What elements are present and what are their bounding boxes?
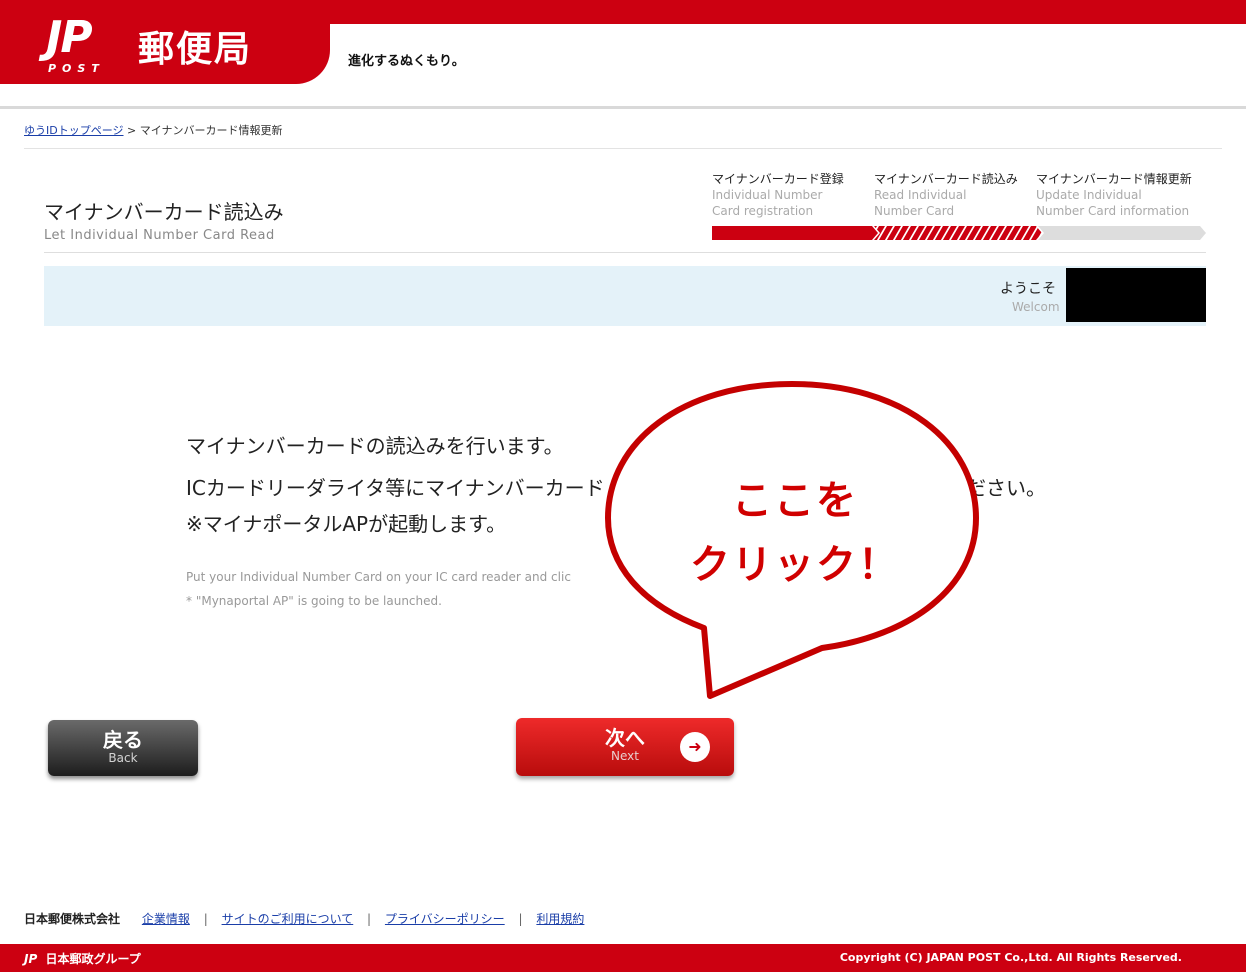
footer-bar: JP 日本郵政グループ Copyright (C) JAPAN POST Co.… bbox=[0, 944, 1246, 972]
breadcrumb-separator: > bbox=[127, 124, 137, 137]
next-button[interactable]: 次へ Next ➜ bbox=[516, 718, 734, 776]
step-label: マイナンバーカード情報更新 bbox=[1036, 172, 1192, 186]
step-update-info: マイナンバーカード情報更新 Update Individual Number C… bbox=[1036, 170, 1196, 219]
welcome-text-en: Welcom bbox=[1012, 300, 1060, 314]
step-label: マイナンバーカード読込み bbox=[874, 172, 1018, 186]
footer-separator: | bbox=[203, 912, 208, 926]
page-subtitle: Let Individual Number Card Read bbox=[44, 228, 275, 243]
jp-post-logo: JP POST bbox=[46, 16, 124, 76]
footer-link-privacy-policy[interactable]: プライバシーポリシー bbox=[385, 912, 505, 926]
footer-links: 日本郵便株式会社 企業情報 | サイトのご利用について | プライバシーポリシー… bbox=[24, 910, 584, 927]
instruction-line-2: ICカードリーダライタ等にマイナンバーカード bbox=[186, 476, 605, 500]
breadcrumb: ゆうIDトップページ > マイナンバーカード情報更新 bbox=[24, 122, 283, 138]
step-registration: マイナンバーカード登録 Individual Number Card regis… bbox=[712, 170, 872, 219]
footer-link-terms[interactable]: 利用規約 bbox=[536, 912, 584, 926]
step-bar-current bbox=[874, 226, 1042, 240]
step-bar-done bbox=[712, 226, 878, 240]
step-label-en: Number Card information bbox=[1036, 204, 1190, 218]
callout-text-line-1: ここを bbox=[732, 478, 858, 524]
breadcrumb-home-link[interactable]: ゆうIDトップページ bbox=[24, 124, 124, 137]
logo-mark-text: JP bbox=[46, 12, 93, 63]
title-divider bbox=[44, 252, 1206, 253]
footer-link-corporate-info[interactable]: 企業情報 bbox=[142, 912, 190, 926]
tagline: 進化するぬくもり。 bbox=[348, 54, 465, 69]
step-label-en: Number Card bbox=[874, 204, 955, 218]
welcome-text: ようこそ bbox=[1000, 281, 1056, 297]
footer-jp-mark: JP bbox=[24, 952, 38, 966]
footer-group-name: 日本郵政グループ bbox=[45, 952, 141, 966]
footer-group-logo: JP 日本郵政グループ bbox=[24, 950, 141, 967]
breadcrumb-divider bbox=[24, 148, 1222, 149]
instruction-line-3: ※マイナポータルAPが起動します。 bbox=[186, 512, 507, 536]
footer-separator: | bbox=[367, 912, 372, 926]
step-label-en: Card registration bbox=[712, 204, 814, 218]
welcome-banner: ようこそ Welcom bbox=[44, 266, 1206, 326]
step-label-en: Read Individual bbox=[874, 188, 967, 202]
step-label-en: Update Individual bbox=[1036, 188, 1142, 202]
step-label: マイナンバーカード登録 bbox=[712, 172, 844, 186]
step-progress-bar bbox=[712, 226, 1206, 240]
logo-post-text: POST bbox=[48, 62, 105, 75]
breadcrumb-current: マイナンバーカード情報更新 bbox=[139, 124, 283, 137]
header-divider bbox=[0, 106, 1246, 109]
back-button-label-en: Back bbox=[108, 751, 138, 765]
header-logo-tab[interactable]: JP POST 郵便局 bbox=[0, 0, 330, 84]
step-read-card: マイナンバーカード読込み Read Individual Number Card bbox=[874, 170, 1034, 219]
brand-name: 郵便局 bbox=[138, 28, 253, 70]
copyright-text: Copyright (C) JAPAN POST Co.,Ltd. All Ri… bbox=[839, 951, 1182, 964]
instruction-note-1: Put your Individual Number Card on your … bbox=[186, 570, 571, 584]
back-button-label: 戻る bbox=[103, 728, 143, 752]
footer-separator: | bbox=[518, 912, 523, 926]
back-button[interactable]: 戻る Back bbox=[48, 720, 198, 776]
arrow-right-icon: ➜ bbox=[680, 732, 710, 762]
step-bar-todo bbox=[1038, 226, 1206, 240]
footer-company-name: 日本郵便株式会社 bbox=[24, 912, 121, 926]
instruction-note-2: * "Mynaportal AP" is going to be launche… bbox=[186, 594, 442, 608]
footer-link-site-usage[interactable]: サイトのご利用について bbox=[222, 912, 354, 926]
page-title: マイナンバーカード読込み bbox=[44, 200, 284, 224]
callout-text-line-2: クリック！ bbox=[690, 542, 900, 588]
redacted-username bbox=[1066, 268, 1206, 322]
step-label-en: Individual Number bbox=[712, 188, 823, 202]
instruction-line-1: マイナンバーカードの読込みを行います。 bbox=[186, 434, 564, 458]
